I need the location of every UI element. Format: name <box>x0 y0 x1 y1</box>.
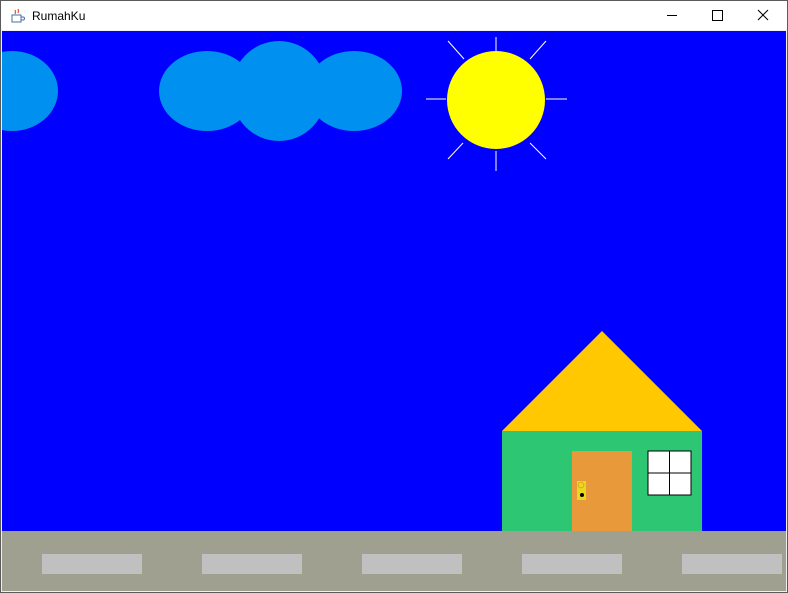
road-marking <box>42 554 142 574</box>
app-window: RumahKu <box>0 0 788 593</box>
road-marking <box>682 554 782 574</box>
house-window <box>647 450 692 496</box>
close-icon <box>757 9 769 21</box>
road-marking <box>522 554 622 574</box>
close-button[interactable] <box>741 1 787 30</box>
java-coffee-icon <box>10 8 26 24</box>
minimize-icon <box>667 15 677 16</box>
road-marking <box>362 554 462 574</box>
sun <box>447 51 545 149</box>
road-marking <box>202 554 302 574</box>
window-title: RumahKu <box>32 9 86 23</box>
maximize-icon <box>712 10 723 21</box>
title-bar[interactable]: RumahKu <box>1 1 787 30</box>
drawing-canvas <box>2 31 786 591</box>
minimize-button[interactable] <box>649 1 695 30</box>
maximize-button[interactable] <box>695 1 741 30</box>
cloud-main <box>159 41 402 141</box>
door-knob <box>577 481 586 500</box>
